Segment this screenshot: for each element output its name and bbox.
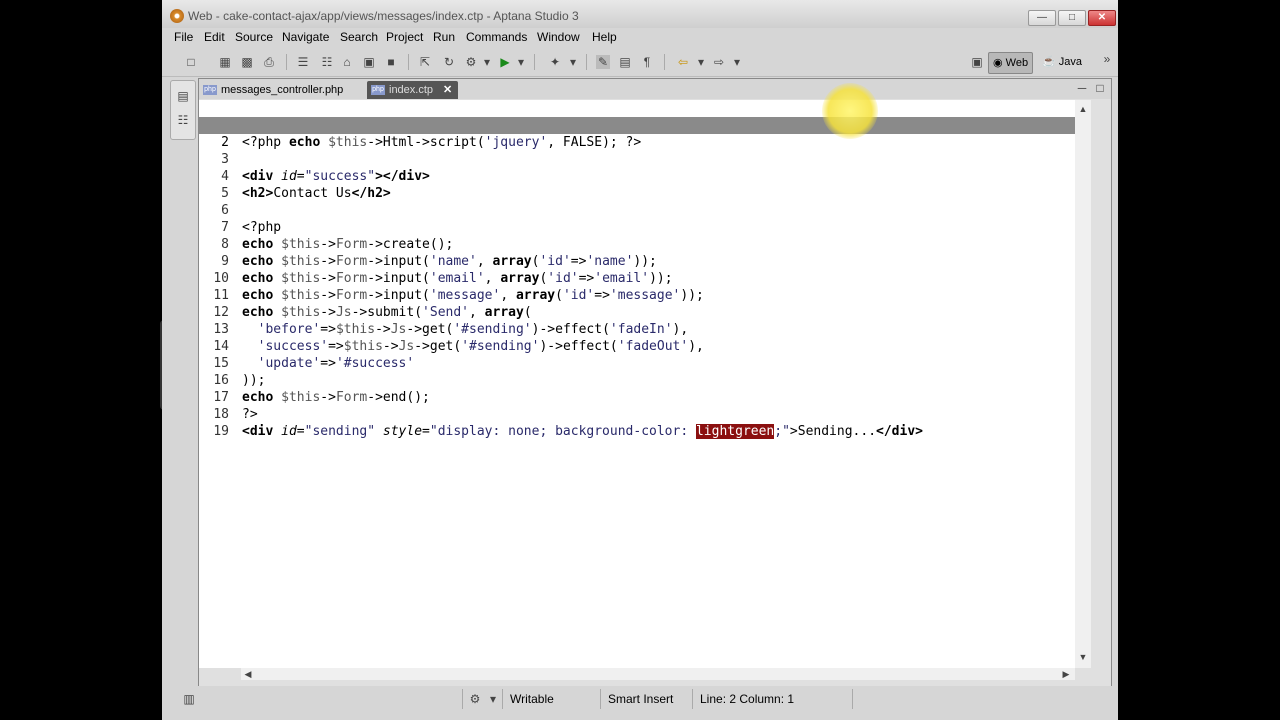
ide-window: Web - cake-contact-ajax/app/views/messag… bbox=[162, 0, 1118, 720]
fast-view-icon[interactable]: ▥ bbox=[182, 692, 196, 706]
scroll-up-icon[interactable]: ▲ bbox=[1076, 102, 1090, 116]
save-icon[interactable]: ▦ bbox=[218, 55, 232, 69]
run-icon[interactable]: ▶ bbox=[498, 55, 512, 69]
sync-icon[interactable]: ↻ bbox=[442, 55, 456, 69]
title-bar: Web - cake-contact-ajax/app/views/messag… bbox=[162, 0, 1118, 28]
code-line: 13 'success'=>$this->Js->get('#sending')… bbox=[213, 322, 704, 354]
horizontal-scrollbar[interactable]: ◀ ▶ bbox=[241, 668, 1075, 680]
chevron-down-icon[interactable]: ▾ bbox=[486, 692, 500, 706]
code-line: 4 <h2>Contact Us</h2> bbox=[221, 169, 391, 201]
tab-index-ctp[interactable]: php index.ctp ✕ bbox=[367, 81, 459, 99]
globe-icon: ◉ bbox=[993, 57, 1006, 69]
writable-status: Writable bbox=[510, 692, 554, 706]
java-perspective[interactable]: ☕ Java bbox=[1042, 52, 1082, 72]
code-line: 6 <?php bbox=[221, 203, 282, 235]
code-line: 12 'before'=>$this->Js->get('#sending')-… bbox=[213, 305, 689, 337]
menu-bar: File Edit Source Navigate Search Project… bbox=[162, 28, 1118, 46]
new-icon[interactable]: □ bbox=[184, 55, 198, 69]
code-line: 17 ?> bbox=[213, 390, 258, 422]
menu-help[interactable]: Help bbox=[592, 30, 617, 44]
code-line: 5 bbox=[221, 186, 229, 201]
current-code-line: 2 bbox=[199, 117, 1075, 150]
code-line: 15 )); bbox=[213, 356, 266, 388]
chevron-down-icon[interactable]: ▾ bbox=[480, 55, 494, 69]
vertical-scrollbar[interactable]: ▲ ▼ bbox=[1075, 100, 1091, 668]
open-perspective-icon[interactable]: ▣ bbox=[970, 55, 984, 69]
gear-icon[interactable]: ⚙ bbox=[468, 692, 482, 706]
code-line: 19 bbox=[213, 424, 229, 439]
outline-icon[interactable]: ☰ bbox=[296, 55, 310, 69]
restore-icon[interactable]: ▤ bbox=[176, 89, 190, 103]
web-perspective[interactable]: ◉ Web bbox=[988, 52, 1034, 74]
menu-navigate[interactable]: Navigate bbox=[282, 30, 329, 44]
minimize-button[interactable]: — bbox=[1028, 10, 1056, 26]
window-title: Web - cake-contact-ajax/app/views/messag… bbox=[188, 9, 579, 23]
code-line: 16 echo $this->Form->end(); bbox=[213, 373, 430, 405]
menu-edit[interactable]: Edit bbox=[204, 30, 225, 44]
highlight-icon[interactable]: ✎ bbox=[596, 55, 610, 69]
menu-project[interactable]: Project bbox=[386, 30, 423, 44]
project-explorer-icon[interactable]: ☷ bbox=[176, 113, 190, 127]
save-all-icon[interactable]: ▩ bbox=[240, 55, 254, 69]
php-file-icon: php bbox=[203, 85, 217, 96]
hierarchy-icon[interactable]: ☷ bbox=[320, 55, 334, 69]
mouse-cursor-highlight bbox=[822, 83, 878, 139]
menu-source[interactable]: Source bbox=[235, 30, 273, 44]
scroll-left-icon[interactable]: ◀ bbox=[241, 667, 255, 681]
code-line: 1 <?php echo $this->Html->script('jquery… bbox=[221, 118, 642, 150]
menu-search[interactable]: Search bbox=[340, 30, 378, 44]
debug-icon[interactable]: ⚙ bbox=[464, 55, 478, 69]
close-button[interactable]: ✕ bbox=[1088, 10, 1116, 26]
terminal-icon[interactable]: ■ bbox=[384, 55, 398, 69]
wand-icon[interactable]: ✦ bbox=[548, 55, 562, 69]
chevron-down-icon[interactable]: ▾ bbox=[566, 55, 580, 69]
menu-commands[interactable]: Commands bbox=[466, 30, 527, 44]
deploy-icon[interactable]: ⇱ bbox=[418, 55, 432, 69]
close-tab-icon[interactable]: ✕ bbox=[443, 84, 452, 96]
minimized-view-strip: ▤ ☷ bbox=[170, 80, 196, 140]
scroll-down-icon[interactable]: ▼ bbox=[1076, 650, 1090, 664]
minimize-editor-icon[interactable]: ─ bbox=[1075, 81, 1089, 95]
code-line: 3 <div id="success"></div> bbox=[221, 152, 430, 184]
menu-run[interactable]: Run bbox=[433, 30, 455, 44]
tab-messages-controller[interactable]: php messages_controller.php bbox=[203, 81, 343, 99]
block-select-icon[interactable]: ▤ bbox=[618, 55, 632, 69]
code-line: 18 <div id="sending" style="display: non… bbox=[213, 407, 923, 439]
code-line: 11 echo $this->Js->submit('Send', array( bbox=[213, 288, 532, 320]
code-line: 8 echo $this->Form->input('name', array(… bbox=[221, 237, 657, 269]
back-icon[interactable]: ⇦ bbox=[676, 55, 690, 69]
code-line: 10 echo $this->Form->input('message', ar… bbox=[213, 271, 704, 303]
maximize-button[interactable]: □ bbox=[1058, 10, 1086, 26]
editor-tab-bar: php messages_controller.php php index.ctp ✕… bbox=[199, 79, 1111, 99]
status-bar: ▥ ⚙ ▾ Writable Smart Insert Line: 2 Colu… bbox=[162, 686, 1118, 712]
browser-icon[interactable]: ▣ bbox=[362, 55, 376, 69]
cursor-position-status: Line: 2 Column: 1 bbox=[700, 692, 795, 706]
menu-file[interactable]: File bbox=[174, 30, 193, 44]
code-line: 9 echo $this->Form->input('email', array… bbox=[221, 254, 673, 286]
insert-mode-status: Smart Insert bbox=[608, 692, 674, 706]
whitespace-icon[interactable]: ¶ bbox=[640, 55, 654, 69]
chevron-down-icon[interactable]: ▾ bbox=[694, 55, 708, 69]
home-icon[interactable]: ⌂ bbox=[340, 55, 354, 69]
java-icon: ☕ bbox=[1042, 56, 1059, 68]
php-file-icon: php bbox=[371, 85, 385, 96]
print-icon[interactable]: ⎙ bbox=[262, 55, 276, 69]
aptana-app-icon bbox=[170, 9, 184, 23]
forward-icon[interactable]: ⇨ bbox=[712, 55, 726, 69]
overflow-icon[interactable]: » bbox=[1100, 52, 1114, 66]
editor-pane: php messages_controller.php php index.ctp ✕… bbox=[198, 78, 1112, 688]
scroll-right-icon[interactable]: ▶ bbox=[1059, 667, 1073, 681]
menu-window[interactable]: Window bbox=[537, 30, 580, 44]
maximize-editor-icon[interactable]: □ bbox=[1093, 81, 1107, 95]
code-line: 14 'update'=>'#success' bbox=[213, 339, 415, 371]
chevron-down-icon[interactable]: ▾ bbox=[514, 55, 528, 69]
selected-text-highlight: lightgreen bbox=[695, 424, 775, 439]
code-editor[interactable]: 1 <?php echo $this->Html->script('jquery… bbox=[199, 100, 1075, 668]
chevron-down-icon[interactable]: ▾ bbox=[730, 55, 744, 69]
code-line: 7 echo $this->Form->create(); bbox=[221, 220, 454, 252]
